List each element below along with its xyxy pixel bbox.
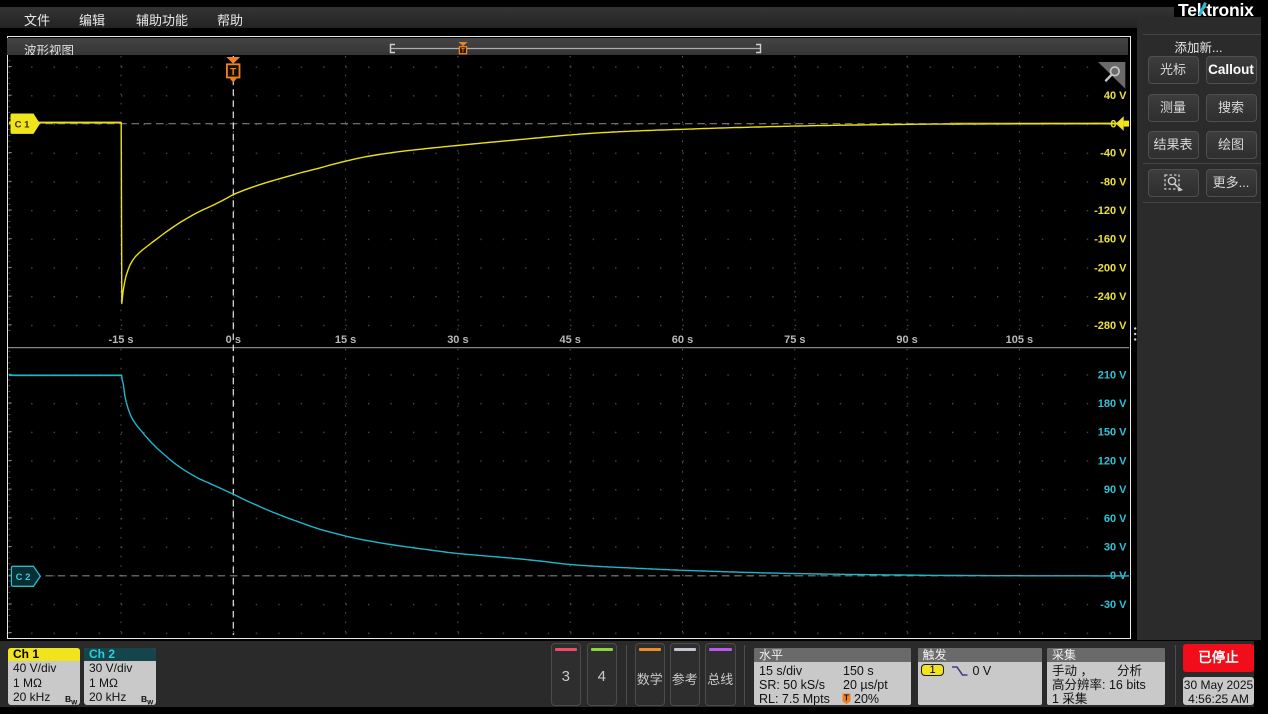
svg-text:T: T [230,67,236,78]
svg-text:180 V: 180 V [1098,398,1127,410]
svg-text:150 V: 150 V [1098,427,1127,439]
svg-text:60 s: 60 s [672,334,693,346]
svg-text:105 s: 105 s [1006,334,1034,346]
svg-text:-15 s: -15 s [108,334,133,346]
svg-text:-160 V: -160 V [1094,234,1127,246]
svg-text:45 s: 45 s [559,334,580,346]
svg-text:C 2: C 2 [16,572,31,583]
svg-text:-280 V: -280 V [1094,320,1127,332]
svg-text:-80 V: -80 V [1100,176,1127,188]
svg-text:40 V: 40 V [1104,90,1127,102]
svg-text:60 V: 60 V [1104,513,1127,525]
svg-text:90 V: 90 V [1104,484,1127,496]
svg-text:120 V: 120 V [1098,455,1127,467]
svg-text:T: T [461,48,465,54]
svg-text:210 V: 210 V [1098,369,1127,381]
svg-text:-30 V: -30 V [1100,599,1127,611]
svg-text:15 s: 15 s [335,334,356,346]
svg-text:30 V: 30 V [1104,542,1127,554]
svg-text:75 s: 75 s [784,334,805,346]
svg-text:C 1: C 1 [15,120,31,131]
svg-text:-240 V: -240 V [1094,291,1127,303]
svg-text:T: T [844,693,849,702]
svg-text:90 s: 90 s [896,334,917,346]
svg-text:-40 V: -40 V [1100,148,1127,160]
svg-text:30 s: 30 s [447,334,468,346]
svg-text:-200 V: -200 V [1094,262,1127,274]
svg-text:-120 V: -120 V [1094,205,1127,217]
